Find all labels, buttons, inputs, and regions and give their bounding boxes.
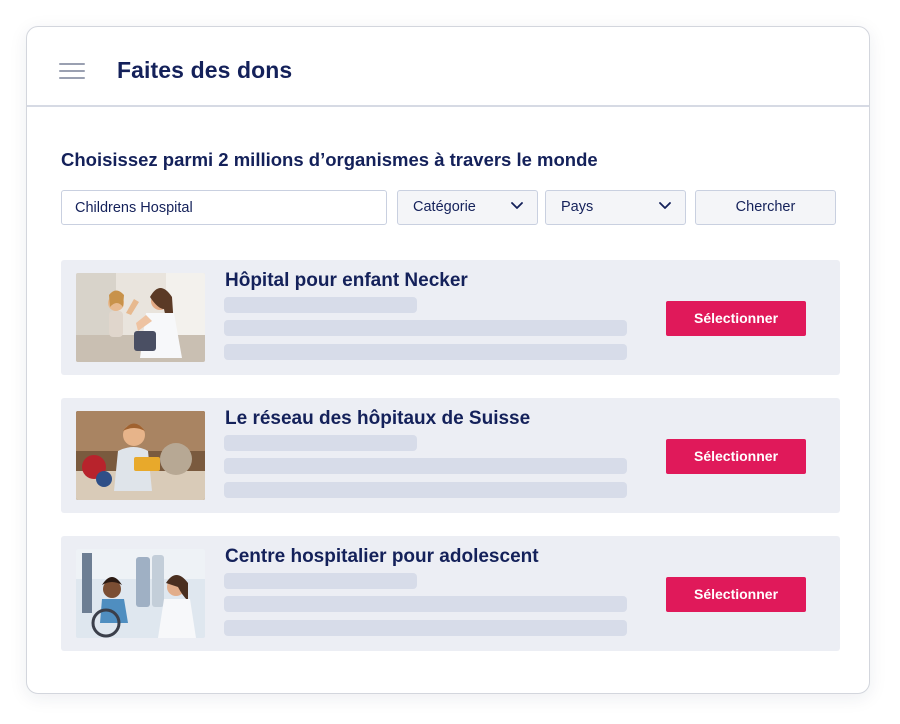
page-title: Faites des dons <box>117 57 293 83</box>
teen-wheelchair-doctor-photo <box>76 549 205 638</box>
app-header: Faites des dons <box>27 27 869 107</box>
result-card: Hôpital pour enfant Necker Sélectionner <box>61 260 840 375</box>
chevron-down-icon <box>511 202 523 209</box>
search-button[interactable]: Chercher <box>695 190 836 225</box>
result-title: Le réseau des hôpitaux de Suisse <box>225 408 531 429</box>
category-select-label: Catégorie <box>413 199 476 215</box>
placeholder-line <box>224 344 627 360</box>
placeholder-line <box>224 620 627 636</box>
placeholder-line <box>224 596 627 612</box>
search-input[interactable] <box>61 190 387 225</box>
placeholder-line <box>224 435 417 451</box>
child-playing-toys-photo <box>76 411 205 500</box>
select-button[interactable]: Sélectionner <box>666 301 806 336</box>
placeholder-line <box>224 320 627 336</box>
placeholder-line <box>224 297 417 313</box>
placeholder-line <box>224 482 627 498</box>
category-select[interactable]: Catégorie <box>397 190 538 225</box>
placeholder-line <box>224 573 417 589</box>
result-card: Centre hospitalier pour adolescent Sélec… <box>61 536 840 651</box>
select-button[interactable]: Sélectionner <box>666 439 806 474</box>
country-select-label: Pays <box>561 199 594 215</box>
app-window: Faites des dons Choisissez parmi 2 milli… <box>26 26 870 694</box>
chevron-down-icon <box>659 202 671 209</box>
result-title: Hôpital pour enfant Necker <box>225 270 468 291</box>
child-high-five-doctor-photo <box>76 273 205 362</box>
search-headline: Choisissez parmi 2 millions d’organismes… <box>61 149 598 170</box>
hamburger-menu-icon[interactable] <box>59 63 85 81</box>
result-card: Le réseau des hôpitaux de Suisse Sélecti… <box>61 398 840 513</box>
placeholder-line <box>224 458 627 474</box>
select-button[interactable]: Sélectionner <box>666 577 806 612</box>
result-title: Centre hospitalier pour adolescent <box>225 546 539 567</box>
country-select[interactable]: Pays <box>545 190 686 225</box>
